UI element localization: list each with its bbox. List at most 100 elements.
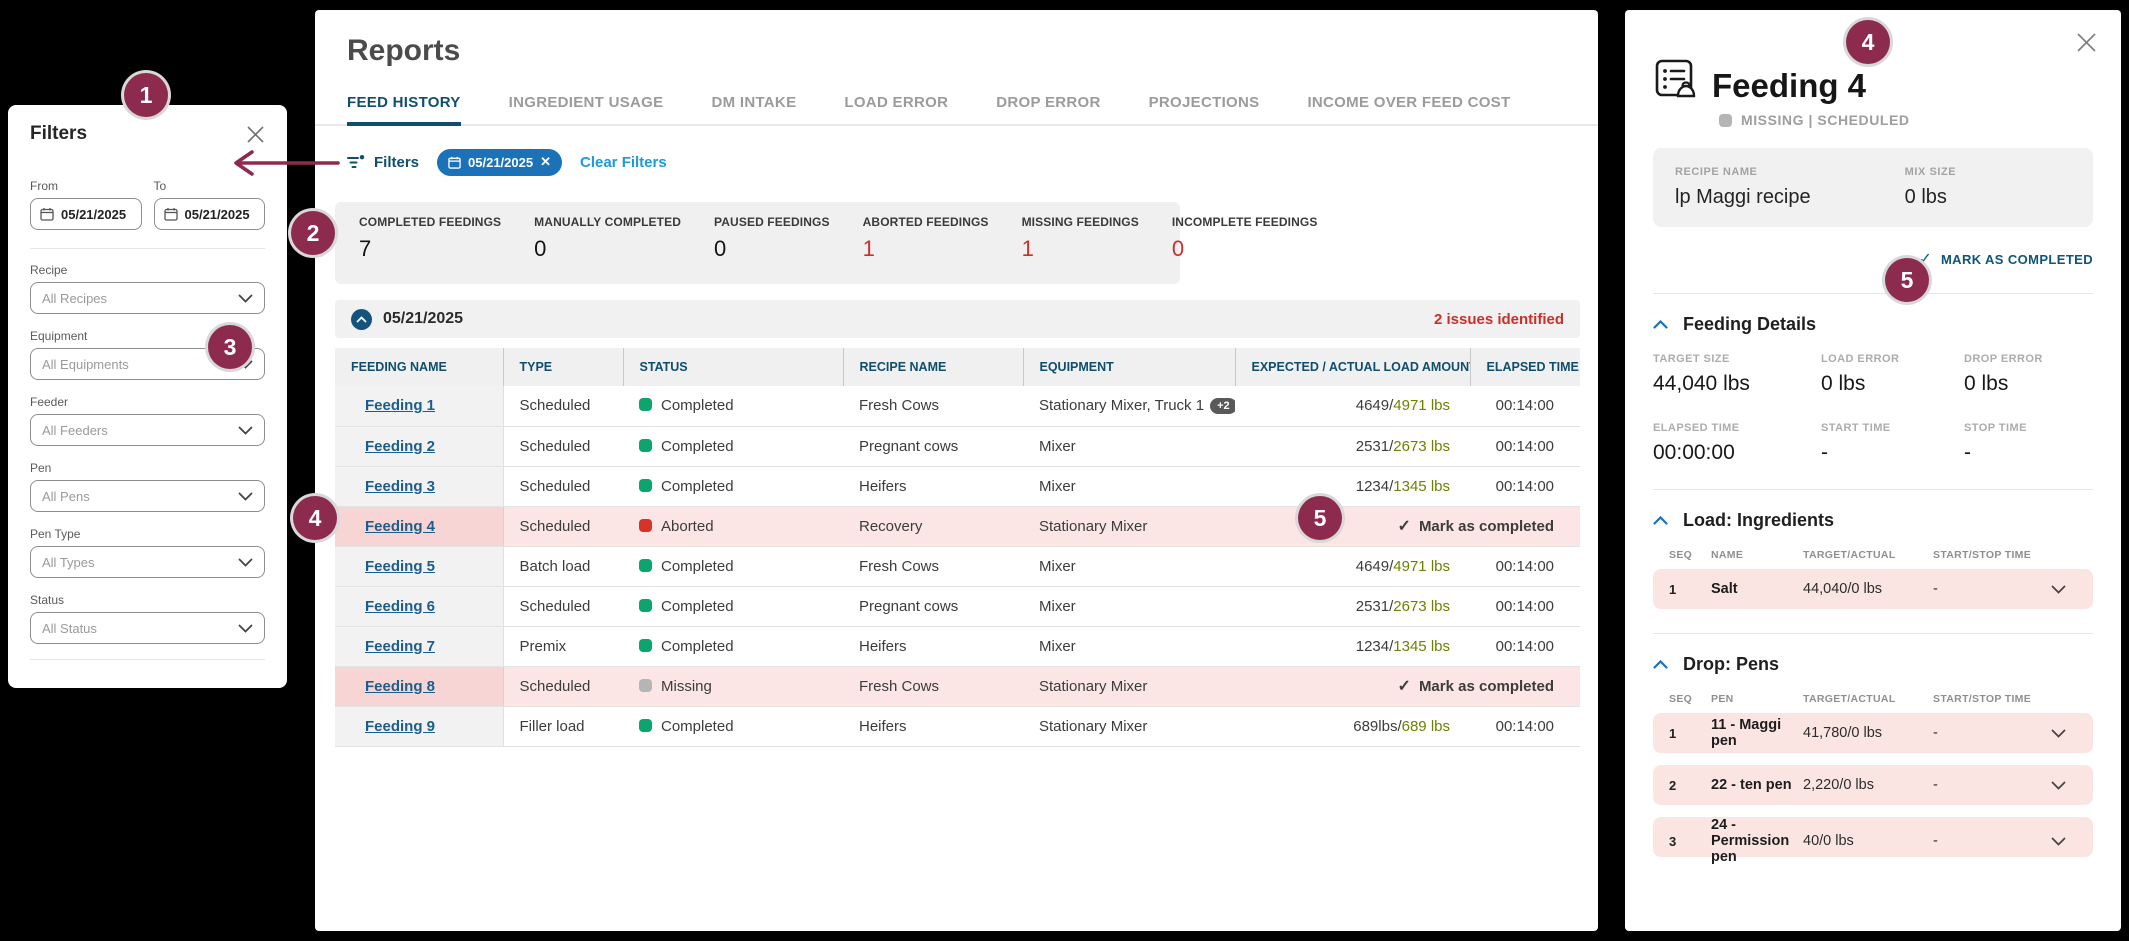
feeding-link[interactable]: Feeding 2: [365, 438, 435, 455]
expected-actual-cell: 2531/2673 lbs: [1235, 426, 1470, 466]
filters-label: Filters: [374, 154, 419, 171]
feeding-name-cell: Feeding 6: [335, 586, 503, 626]
detail-item-label: START TIME: [1821, 422, 1964, 434]
filter-select-status[interactable]: All Status: [30, 612, 265, 644]
feeding-details-section-toggle[interactable]: Feeding Details: [1653, 314, 2093, 335]
feeding-link[interactable]: Feeding 9: [365, 718, 435, 735]
detail-item: LOAD ERROR 0 lbs: [1821, 353, 1964, 396]
expand-chevron-icon[interactable]: [2051, 837, 2077, 846]
mark-as-completed-link[interactable]: ✓Mark as completed: [1235, 666, 1580, 706]
close-icon: [246, 132, 265, 147]
equipment-overflow-badge[interactable]: +2: [1210, 398, 1235, 414]
feeding-link[interactable]: Feeding 8: [365, 678, 435, 695]
detail-item-value: -: [1821, 441, 1964, 465]
date-chip-value: 05/21/2025: [468, 155, 533, 170]
date-filter-chip[interactable]: 05/21/2025 ✕: [437, 149, 562, 176]
feeding-link[interactable]: Feeding 4: [365, 518, 435, 535]
divider: [30, 248, 265, 249]
expand-chevron-icon[interactable]: [2051, 729, 2077, 738]
filter-field: Pen Type All Types: [30, 527, 265, 578]
item-name: 11 - Maggi pen: [1711, 717, 1803, 749]
feeding-name-cell: Feeding 7: [335, 626, 503, 666]
filter-field: Feeder All Feeders: [30, 395, 265, 446]
expand-chevron-icon[interactable]: [2051, 585, 2077, 594]
elapsed-time-cell: 00:14:00: [1470, 626, 1580, 666]
feeding-name-cell: Feeding 2: [335, 426, 503, 466]
type-cell: Scheduled: [503, 426, 623, 466]
equipment-cell: Mixer: [1023, 426, 1235, 466]
item-name: Salt: [1711, 581, 1803, 597]
filter-select-pen[interactable]: All Pens: [30, 480, 265, 512]
chevron-down-icon: [238, 492, 253, 501]
recipe-cell: Fresh Cows: [843, 386, 1023, 426]
issues-identified-label: 2 issues identified: [1434, 311, 1564, 328]
clear-filters-link[interactable]: Clear Filters: [580, 154, 667, 171]
feeding-link[interactable]: Feeding 6: [365, 598, 435, 615]
feeding-name-cell: Feeding 5: [335, 546, 503, 586]
mix-size-value: 0 lbs: [1905, 186, 2071, 209]
collapse-group-button[interactable]: [351, 309, 372, 330]
chevron-up-icon: [1653, 516, 1668, 525]
mark-as-completed-link[interactable]: ✓Mark as completed: [1235, 506, 1580, 546]
detail-item-label: LOAD ERROR: [1821, 353, 1964, 365]
recipe-cell: Pregnant cows: [843, 426, 1023, 466]
load-ingredients-section-toggle[interactable]: Load: Ingredients: [1653, 510, 2093, 531]
tab-feed-history[interactable]: FEED HISTORY: [347, 94, 461, 126]
equipment-cell: Mixer: [1023, 626, 1235, 666]
feeding-link[interactable]: Feeding 3: [365, 478, 435, 495]
stat-label: MANUALLY COMPLETED: [534, 215, 681, 229]
tab-projections[interactable]: PROJECTIONS: [1149, 94, 1260, 124]
from-date-value: 05/21/2025: [61, 207, 126, 222]
column-header: FEEDING NAME: [335, 348, 503, 386]
type-cell: Scheduled: [503, 466, 623, 506]
filter-select-recipe[interactable]: All Recipes: [30, 282, 265, 314]
mix-size-label: MIX SIZE: [1905, 166, 2071, 178]
type-cell: Premix: [503, 626, 623, 666]
status-square-icon: [639, 719, 652, 732]
tab-drop-error[interactable]: DROP ERROR: [996, 94, 1100, 124]
tab-ingredient-usage[interactable]: INGREDIENT USAGE: [509, 94, 664, 124]
tab-income-over-feed-cost[interactable]: INCOME OVER FEED COST: [1307, 94, 1510, 124]
type-cell: Scheduled: [503, 586, 623, 626]
type-cell: Scheduled: [503, 666, 623, 706]
sub-column-header: TARGET/ACTUAL: [1803, 693, 1933, 705]
date-chip-remove[interactable]: ✕: [540, 154, 551, 170]
feeding-link[interactable]: Feeding 1: [365, 397, 435, 414]
tab-dm-intake[interactable]: DM INTAKE: [711, 94, 796, 124]
mark-as-completed-button[interactable]: ✓ MARK AS COMPLETED: [1653, 249, 2093, 269]
seq-value: 1: [1669, 582, 1711, 597]
tab-load-error[interactable]: LOAD ERROR: [844, 94, 948, 124]
detail-item: TARGET SIZE 44,040 lbs: [1653, 353, 1821, 396]
expand-chevron-icon[interactable]: [2051, 781, 2077, 790]
status-square-icon: [639, 559, 652, 572]
chevron-up-icon: [1653, 320, 1668, 329]
detail-close-button[interactable]: [2076, 32, 2097, 53]
expected-actual-cell: 1234/1345 lbs: [1235, 466, 1470, 506]
status-square-icon: [639, 679, 652, 692]
filter-select-pen-type[interactable]: All Types: [30, 546, 265, 578]
feeding-name-cell: Feeding 9: [335, 706, 503, 746]
status-cell: Completed: [623, 426, 843, 466]
table-row: Feeding 6 Scheduled Completed Pregnant c…: [335, 586, 1580, 626]
feeding-name-cell: Feeding 3: [335, 466, 503, 506]
annotation-badge-4-row: 4: [293, 496, 337, 540]
stat-label: INCOMPLETE FEEDINGS: [1172, 215, 1318, 229]
feeding-name-cell: Feeding 1: [335, 386, 503, 426]
from-date-input[interactable]: 05/21/2025: [30, 198, 142, 230]
feeding-link[interactable]: Feeding 7: [365, 638, 435, 655]
equipment-cell: Mixer: [1023, 546, 1235, 586]
feeding-link[interactable]: Feeding 5: [365, 558, 435, 575]
drop-pens-section-toggle[interactable]: Drop: Pens: [1653, 654, 2093, 675]
stat-item: COMPLETED FEEDINGS 7: [359, 215, 501, 271]
to-date-input[interactable]: 05/21/2025: [154, 198, 266, 230]
filter-field-label: Pen: [30, 461, 265, 475]
filters-toggle-button[interactable]: Filters: [347, 154, 419, 171]
recipe-name-value: lp Maggi recipe: [1675, 186, 1905, 209]
status-square-icon: [639, 479, 652, 492]
start-stop-value: -: [1933, 581, 2051, 597]
filter-select-feeder[interactable]: All Feeders: [30, 414, 265, 446]
filters-close-button[interactable]: [246, 125, 265, 144]
equipment-cell: Mixer: [1023, 466, 1235, 506]
table-row: Feeding 4 Scheduled Aborted Recovery Sta…: [335, 506, 1580, 546]
filter-field: Pen All Pens: [30, 461, 265, 512]
